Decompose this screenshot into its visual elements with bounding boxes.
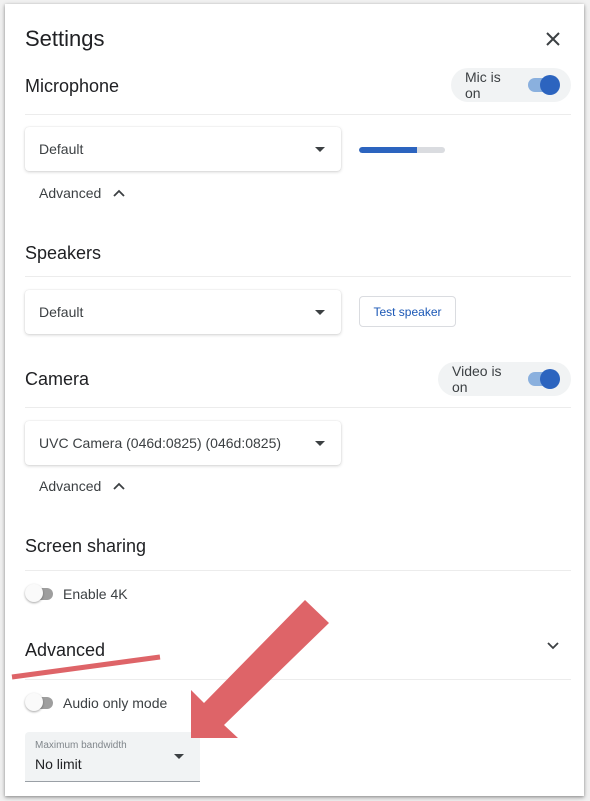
camera-select-value: UVC Camera (046d:0825) (046d:0825) <box>39 435 282 451</box>
mic-toggle-label: Mic is on <box>465 69 501 101</box>
chevron-up-icon <box>113 482 125 490</box>
dropdown-caret-icon <box>315 146 325 152</box>
maximum-bandwidth-label: Maximum bandwidth <box>35 740 127 751</box>
close-icon[interactable] <box>542 28 564 50</box>
microphone-select[interactable]: Default <box>25 127 341 171</box>
microphone-select-value: Default <box>39 141 84 157</box>
maximum-bandwidth-select[interactable]: Maximum bandwidth No limit <box>25 732 200 782</box>
speakers-select-value: Default <box>39 304 84 320</box>
camera-title: Camera <box>25 369 90 389</box>
mic-level-meter <box>359 147 445 153</box>
dropdown-caret-icon <box>174 754 184 759</box>
divider <box>25 407 571 408</box>
video-switch[interactable] <box>528 369 560 389</box>
speakers-select[interactable]: Default <box>25 290 341 334</box>
camera-select[interactable]: UVC Camera (046d:0825) (046d:0825) <box>25 421 341 465</box>
mic-toggle[interactable]: Mic is on <box>451 68 571 102</box>
test-speaker-button[interactable]: Test speaker <box>359 296 456 327</box>
mic-advanced-toggle[interactable]: Advanced <box>39 185 125 201</box>
enable-4k-switch[interactable] <box>25 584 53 602</box>
mic-advanced-label: Advanced <box>39 185 102 201</box>
chevron-down-icon[interactable] <box>547 642 559 650</box>
dialog-title: Settings <box>25 26 105 51</box>
audio-only-switch[interactable] <box>25 693 53 711</box>
microphone-title: Microphone <box>25 76 120 96</box>
video-toggle[interactable]: Video is on <box>438 362 571 396</box>
dropdown-caret-icon <box>315 440 325 446</box>
enable-4k-label: Enable 4K <box>63 586 128 602</box>
audio-only-toggle[interactable]: Audio only mode <box>25 693 168 711</box>
camera-advanced-label: Advanced <box>39 478 102 494</box>
mic-level-fill <box>359 147 418 153</box>
chevron-up-icon <box>113 189 125 197</box>
divider <box>25 570 571 571</box>
camera-advanced-toggle[interactable]: Advanced <box>39 478 125 494</box>
divider <box>25 679 571 680</box>
screen-sharing-title: Screen sharing <box>25 536 147 556</box>
dropdown-caret-icon <box>315 309 325 315</box>
advanced-title: Advanced <box>25 640 106 660</box>
enable-4k-toggle[interactable]: Enable 4K <box>25 584 128 602</box>
maximum-bandwidth-value: No limit <box>35 756 82 772</box>
mic-switch[interactable] <box>528 75 560 95</box>
divider <box>25 276 571 277</box>
video-toggle-label: Video is on <box>452 363 502 395</box>
audio-only-label: Audio only mode <box>63 695 168 711</box>
settings-dialog: Settings Microphone Mic is on Default Ad… <box>5 4 584 796</box>
speakers-title: Speakers <box>25 243 102 263</box>
divider <box>25 114 571 115</box>
